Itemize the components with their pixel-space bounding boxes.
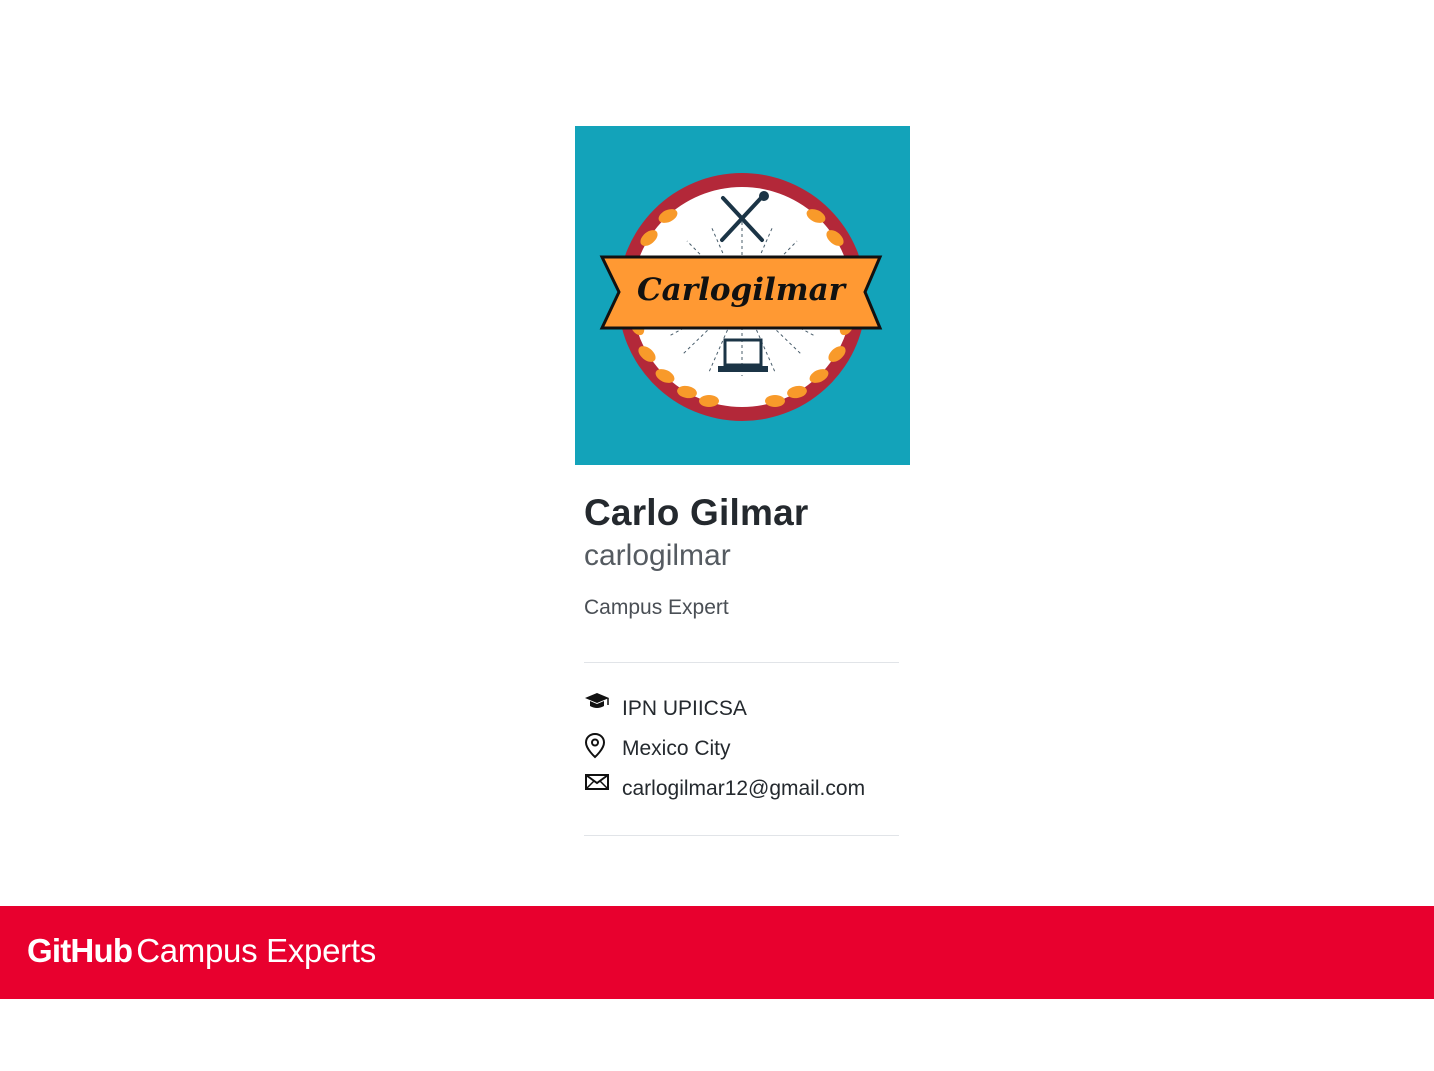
meta-email: carlogilmar12@gmail.com — [584, 769, 899, 809]
avatar-badge-text: Carlogilmar — [637, 272, 848, 308]
footer-bar: GitHub Campus Experts — [0, 906, 1434, 999]
profile-details: Carlo Gilmar carlogilmar Campus Expert I… — [575, 491, 899, 836]
profile-name: Carlo Gilmar — [584, 492, 809, 533]
footer-brand: GitHub — [27, 932, 133, 969]
profile-role: Campus Expert — [584, 596, 729, 619]
email-link[interactable]: carlogilmar12@gmail.com — [622, 777, 865, 801]
meta-school-text: IPN UPIICSA — [622, 697, 747, 720]
meta-location-text: Mexico City — [622, 737, 731, 760]
profile-card: Carlogilmar Carlo Gilmar carlogilmar Cam… — [575, 126, 910, 836]
footer-product: Campus Experts — [136, 932, 376, 969]
mail-icon — [584, 772, 610, 798]
meta-location: Mexico City — [584, 729, 899, 769]
divider — [584, 835, 899, 836]
page: Carlogilmar Carlo Gilmar carlogilmar Cam… — [0, 0, 1434, 1071]
profile-login: carlogilmar — [584, 539, 731, 572]
divider — [584, 662, 899, 663]
meta-school: IPN UPIICSA — [584, 689, 899, 729]
mortarboard-icon — [584, 692, 610, 718]
avatar: Carlogilmar — [575, 126, 910, 465]
github-campus-experts-logo[interactable]: GitHub Campus Experts — [27, 932, 376, 970]
location-pin-icon — [584, 732, 610, 759]
profile-meta-list: IPN UPIICSA Mexico City carlogilmar12@gm… — [584, 689, 899, 809]
